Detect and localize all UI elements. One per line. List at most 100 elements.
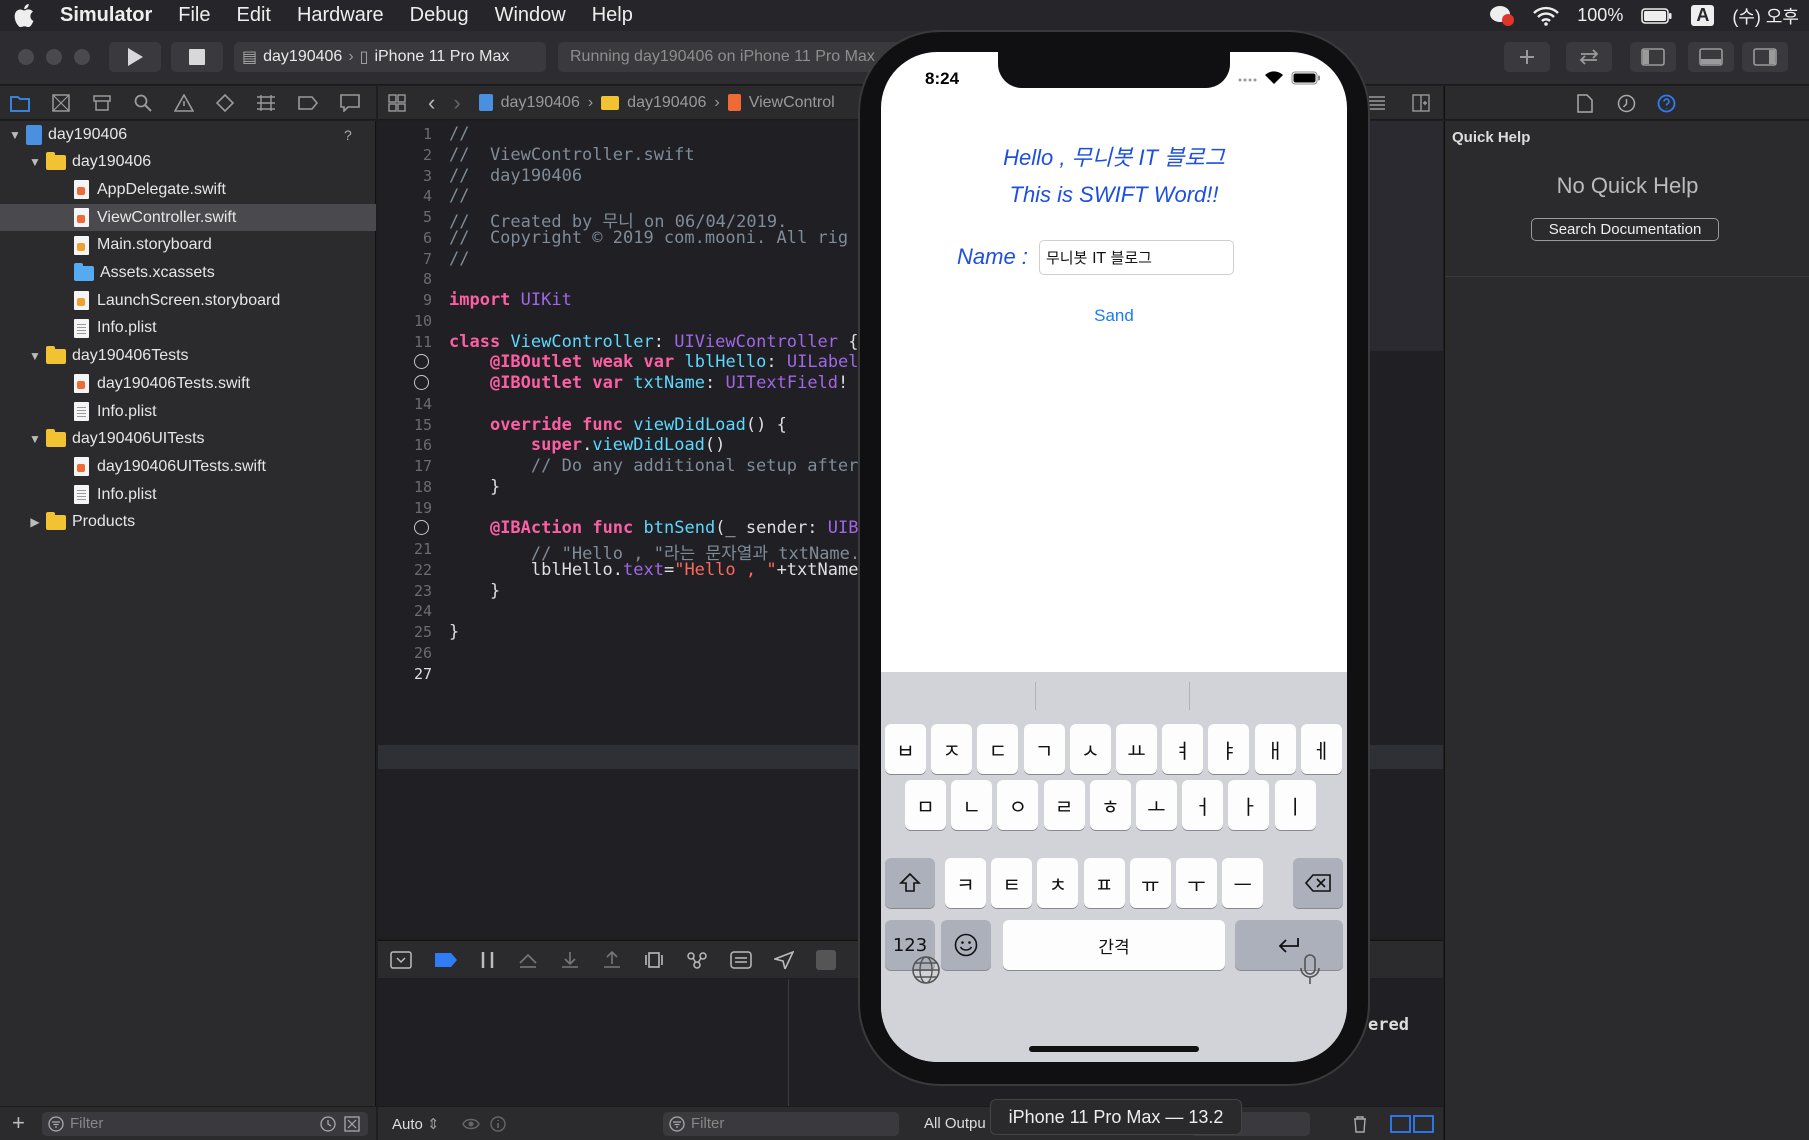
- simulate-location-icon[interactable]: [774, 950, 794, 969]
- keyboard-letter-key[interactable]: ㅈ: [931, 724, 973, 774]
- step-into-icon[interactable]: [560, 951, 580, 969]
- disclosure-expanded-icon[interactable]: ▼: [28, 432, 42, 446]
- send-button[interactable]: Sand: [881, 306, 1347, 326]
- space-key[interactable]: 간격: [1003, 920, 1225, 970]
- hide-debug-area-icon[interactable]: [390, 950, 412, 969]
- test-navigator-icon[interactable]: [216, 93, 234, 112]
- window-zoom-button[interactable]: [74, 49, 90, 65]
- breakpoint-navigator-icon[interactable]: [298, 94, 318, 112]
- disclosure-expanded-icon[interactable]: ▼: [8, 128, 22, 142]
- warning-icon[interactable]: [174, 93, 194, 112]
- code-review-button[interactable]: [1566, 42, 1612, 72]
- console-output-select[interactable]: All Outpu: [924, 1115, 986, 1132]
- breakpoints-toggle-icon[interactable]: [434, 952, 458, 968]
- menu-hardware[interactable]: Hardware: [297, 4, 384, 27]
- variables-filter-field[interactable]: Filter: [663, 1112, 899, 1136]
- keyboard-letter-key[interactable]: ㅊ: [1037, 858, 1079, 908]
- outlet-connection-icon[interactable]: [414, 375, 429, 390]
- add-file-button[interactable]: +: [12, 1110, 25, 1136]
- file-tree-item[interactable]: LaunchScreen.storyboard: [0, 287, 376, 314]
- step-out-icon[interactable]: [602, 950, 622, 969]
- file-tree-item[interactable]: Info.plist: [0, 315, 376, 342]
- delete-key[interactable]: [1293, 858, 1343, 908]
- home-indicator[interactable]: [1029, 1046, 1199, 1052]
- keyboard-letter-key[interactable]: ㅔ: [1300, 724, 1342, 774]
- keyboard-letter-key[interactable]: ㅌ: [991, 858, 1033, 908]
- source-control-filter-icon[interactable]: [344, 1116, 360, 1132]
- environment-overrides-icon[interactable]: [730, 950, 752, 969]
- keyboard-letter-key[interactable]: ㅅ: [1069, 724, 1111, 774]
- eye-icon[interactable]: [462, 1116, 480, 1132]
- navigator-filter-field[interactable]: Filter: [42, 1112, 368, 1136]
- recent-files-icon[interactable]: [320, 1116, 336, 1132]
- microphone-icon[interactable]: [1299, 954, 1321, 986]
- debug-navigator-icon[interactable]: [256, 94, 276, 112]
- file-tree-item[interactable]: Info.plist: [0, 481, 376, 508]
- keyboard-letter-key[interactable]: ㅣ: [1274, 780, 1316, 830]
- file-tree-item[interactable]: ▼ day190406: [0, 121, 376, 148]
- source-control-icon[interactable]: [52, 93, 70, 112]
- symbol-navigator-icon[interactable]: [92, 94, 112, 112]
- keyboard-letter-key[interactable]: ㄹ: [1043, 780, 1085, 830]
- outlet-connection-icon[interactable]: [414, 520, 429, 536]
- pause-icon[interactable]: [480, 951, 496, 969]
- keyboard-letter-key[interactable]: ㅁ: [905, 780, 946, 830]
- file-tree-item[interactable]: ▼ day190406UITests: [0, 426, 376, 453]
- keyboard-letter-key[interactable]: ㄱ: [1023, 724, 1065, 774]
- run-button[interactable]: [109, 42, 161, 72]
- input-source-indicator[interactable]: A: [1691, 5, 1715, 26]
- keyboard-letter-key[interactable]: ㅜ: [1176, 858, 1217, 908]
- outlet-connection-icon[interactable]: [414, 354, 429, 370]
- keyboard-letter-key[interactable]: ㅍ: [1083, 858, 1125, 908]
- menubar-clock[interactable]: (수) 오후: [1732, 3, 1799, 29]
- window-close-button[interactable]: [18, 49, 34, 65]
- file-tree-item[interactable]: ▼ day190406Tests: [0, 343, 376, 370]
- file-tree-item[interactable]: Assets.xcassets: [0, 260, 376, 287]
- history-inspector-icon[interactable]: [1617, 94, 1636, 113]
- keyboard-letter-key[interactable]: ㅎ: [1089, 780, 1131, 830]
- file-tree-item[interactable]: ▶ Products: [0, 509, 376, 536]
- toggle-inspector-button[interactable]: [1742, 42, 1788, 72]
- view-hierarchy-icon[interactable]: [644, 951, 664, 969]
- jumpbar-crumb-project[interactable]: day190406: [501, 94, 580, 112]
- library-button[interactable]: [1504, 42, 1550, 72]
- jumpbar-crumb-file[interactable]: ViewControl: [749, 94, 835, 112]
- return-key[interactable]: [1235, 920, 1343, 970]
- menu-file[interactable]: File: [178, 4, 210, 27]
- editor-options-icon[interactable]: [1368, 94, 1386, 112]
- menu-debug[interactable]: Debug: [410, 4, 469, 27]
- trash-icon[interactable]: [1352, 1115, 1368, 1133]
- memory-graph-icon[interactable]: [686, 951, 708, 969]
- keyboard-letter-key[interactable]: ㅓ: [1182, 780, 1224, 830]
- forward-arrow-icon[interactable]: ›: [453, 90, 460, 116]
- battery-icon[interactable]: [1641, 7, 1673, 25]
- report-navigator-icon[interactable]: [340, 93, 360, 112]
- keyboard-letter-key[interactable]: ㅡ: [1222, 858, 1264, 908]
- back-arrow-icon[interactable]: ‹: [428, 90, 435, 116]
- file-tree-item[interactable]: ▼ day190406: [0, 149, 376, 176]
- disclosure-expanded-icon[interactable]: ▼: [28, 349, 42, 363]
- keyboard-letter-key[interactable]: ㅑ: [1208, 724, 1250, 774]
- file-tree-item[interactable]: Info.plist: [0, 398, 376, 425]
- scheme-selector[interactable]: ▤ day190406 › ▯ iPhone 11 Pro Max: [234, 42, 546, 72]
- disclosure-collapsed-icon[interactable]: ▶: [28, 515, 42, 529]
- file-tree-item[interactable]: AppDelegate.swift: [0, 176, 376, 203]
- keyboard-letter-key[interactable]: ㅇ: [997, 780, 1039, 830]
- emoji-key[interactable]: [941, 920, 991, 970]
- file-tree-item[interactable]: ViewController.swift: [0, 204, 376, 232]
- quick-help-icon[interactable]: [1657, 94, 1676, 113]
- keyboard-letter-key[interactable]: ㅗ: [1136, 780, 1177, 830]
- find-navigator-icon[interactable]: [134, 94, 152, 112]
- keyboard-letter-key[interactable]: ㅛ: [1116, 724, 1157, 774]
- wifi-icon[interactable]: [1533, 6, 1560, 26]
- variables-scope-select[interactable]: Auto ⇕: [392, 1115, 440, 1133]
- step-over-icon[interactable]: [518, 951, 538, 969]
- keyboard-letter-key[interactable]: ㅐ: [1254, 724, 1296, 774]
- toggle-navigator-button[interactable]: [1630, 42, 1676, 72]
- file-tree-item[interactable]: day190406Tests.swift: [0, 370, 376, 397]
- window-minimize-button[interactable]: [46, 49, 62, 65]
- apple-menu-icon[interactable]: [14, 4, 42, 27]
- toggle-debug-area-button[interactable]: [1688, 42, 1734, 72]
- minimap[interactable]: [1368, 121, 1443, 351]
- project-navigator-icon[interactable]: [10, 94, 30, 112]
